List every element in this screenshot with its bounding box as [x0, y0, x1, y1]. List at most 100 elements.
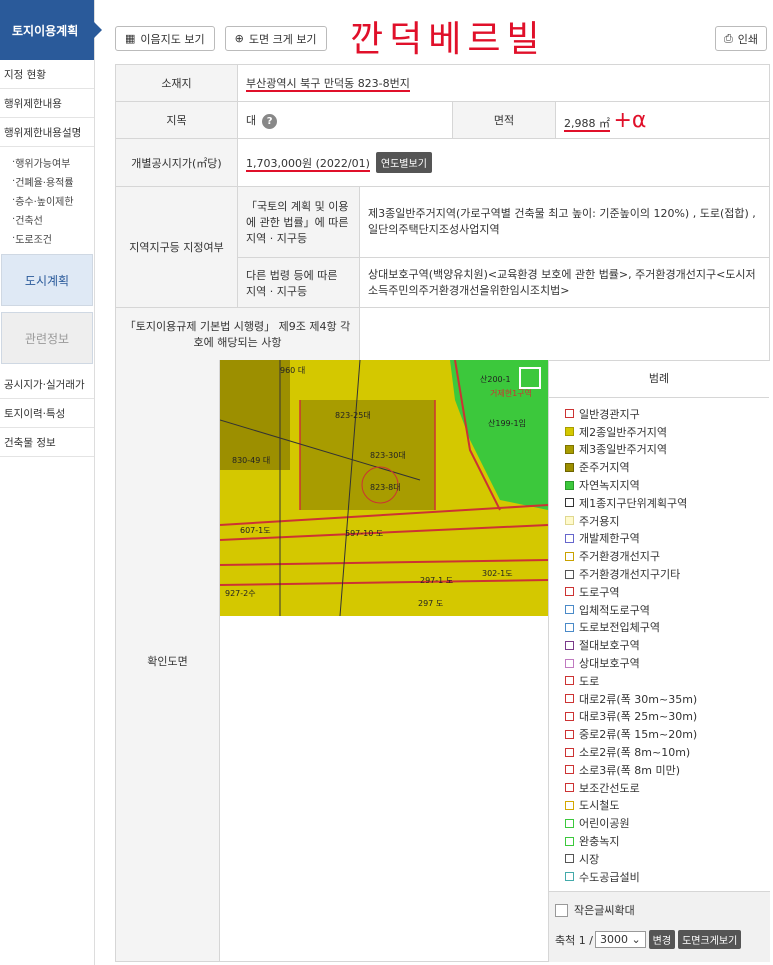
legend-swatch	[565, 854, 574, 864]
confirm-map-label: 확인도면	[115, 360, 220, 962]
sidebar-item-label: 건축물 정보	[4, 436, 56, 449]
map-zoom-button[interactable]: 도면크게보기	[678, 930, 742, 949]
sidebar-sub-coverage[interactable]: · 건폐율·용적률	[0, 172, 94, 191]
sidebar-item-restriction[interactable]: 행위제한내용	[0, 89, 94, 118]
sidebar: 토지이용계획 지정 현황 행위제한내용 행위제한내용설명 · 행위가능여부 · …	[0, 0, 102, 965]
rule-value	[358, 307, 771, 361]
legend-label: 도로구역	[579, 585, 620, 599]
legend-title: 범례	[549, 360, 769, 398]
sidebar-item-price[interactable]: 공시지가·실거래가	[0, 370, 94, 399]
confirm-map-text: 확인도면	[147, 654, 188, 668]
legend-item: 준주거지역	[565, 458, 769, 476]
sidebar-box-urban-plan[interactable]: 도시계획	[1, 254, 93, 306]
scale-change-button[interactable]: 변경	[648, 930, 676, 949]
map-label: 830-49 대	[232, 456, 271, 465]
legend-swatch	[565, 694, 574, 704]
map-label: 산199-1임	[488, 419, 526, 428]
legend-label: 일반경관지구	[579, 407, 640, 421]
sidebar-item-status[interactable]: 지정 현황	[0, 60, 94, 89]
jimok-label: 지목	[115, 101, 238, 139]
legend-label: 개발제한구역	[579, 532, 640, 546]
year-view-button[interactable]: 연도별보기	[375, 152, 432, 173]
sidebar-sub-label: 도로조건	[15, 235, 52, 246]
sidebar-sub-allowed[interactable]: · 행위가능여부	[0, 153, 94, 172]
sidebar-box-related[interactable]: 관련정보	[1, 312, 93, 364]
sidebar-item-label: 공시지가·실거래가	[4, 378, 85, 391]
small-font-label: 작은글씨확대	[574, 904, 635, 917]
legend-item: 제2종일반주거지역	[565, 423, 769, 441]
legend-item: 도시철도	[565, 797, 769, 815]
legend-item: 도로	[565, 672, 769, 690]
legend-swatch	[565, 551, 574, 561]
sidebar-item-history[interactable]: 토지이력·특성	[0, 399, 94, 428]
legend-swatch	[565, 765, 574, 775]
legend-swatch	[565, 533, 574, 543]
map-label: 607-1도	[240, 526, 271, 535]
legend-swatch	[565, 800, 574, 810]
area-text: 2,988 ㎡	[564, 116, 610, 132]
handwritten-note: 깐덕베르빌	[350, 19, 546, 60]
map-blank-area	[220, 616, 548, 962]
sidebar-sub-height[interactable]: · 층수·높이제한	[0, 191, 94, 210]
zone1-label: 「국토의 계획 및 이용에 관한 법률」에 따른 지역 · 지구등	[237, 186, 360, 258]
handwritten-area-note: +α	[613, 107, 647, 133]
map-label: 297-1 도	[420, 576, 454, 585]
price-label: 개별공시지가(㎡당)	[115, 138, 238, 187]
legend-swatch	[565, 498, 574, 508]
map-view-label: 이음지도 보기	[140, 32, 205, 46]
scale-select[interactable]: 3000 ⌄	[594, 931, 646, 948]
legend-item: 완충녹지	[565, 832, 769, 850]
print-label: 인쇄	[737, 32, 758, 46]
map-label: 960 대	[280, 366, 306, 375]
legend-label: 준주거지역	[579, 461, 630, 475]
sidebar-item-restriction-desc[interactable]: 행위제한내용설명	[0, 118, 94, 147]
price-value: 1,703,000원 (2022/01) 연도별보기	[236, 138, 771, 187]
sidebar-sub-label: 행위가능여부	[15, 159, 71, 170]
zoom-map-button[interactable]: ⊕ 도면 크게 보기	[224, 26, 327, 51]
map-label: 823-25대	[335, 411, 371, 420]
legend-swatch	[565, 747, 574, 757]
small-font-checkbox[interactable]	[555, 903, 568, 917]
map-label: 297 도	[418, 599, 444, 608]
address-value: 부산광역시 북구 만덕동 823-8번지	[236, 64, 771, 102]
sidebar-item-label: 지정 현황	[4, 68, 46, 81]
legend-item: 시장	[565, 850, 769, 868]
legend-swatch	[565, 729, 574, 739]
legend-label: 제2종일반주거지역	[579, 425, 667, 439]
address-label: 소재지	[115, 64, 238, 102]
legend-swatch	[565, 818, 574, 828]
sidebar-item-building[interactable]: 건축물 정보	[0, 428, 94, 457]
legend-item: 일반경관지구	[565, 405, 769, 423]
sidebar-item-label: 토지이력·특성	[4, 407, 66, 420]
print-button[interactable]: ⎙ 인쇄	[714, 26, 767, 51]
sidebar-sub-buildline[interactable]: · 건축선	[0, 210, 94, 229]
legend-label: 시장	[579, 852, 600, 866]
map-label: 927-2수	[225, 589, 256, 598]
legend-label: 제1종지구단위계획구역	[579, 496, 688, 510]
sidebar-sub-road[interactable]: · 도로조건	[0, 229, 94, 248]
land-map[interactable]: 960 대 823-25대 823-30대 823-8대 830-49 대 59…	[220, 360, 548, 616]
legend-label: 소로2류(폭 8m~10m)	[579, 746, 691, 760]
sidebar-title[interactable]: 토지이용계획	[0, 0, 102, 60]
help-icon[interactable]: ?	[262, 113, 278, 129]
legend-item: 주거용지	[565, 512, 769, 530]
sidebar-sub-label: 층수·높이제한	[15, 197, 74, 208]
legend-panel: 범례 일반경관지구 제2종일반주거지역 제3종일반주거지역 준주거지역 자연녹지지역 제1…	[548, 360, 770, 962]
legend-item: 상대보호구역	[565, 654, 769, 672]
map-label: 302-1도	[482, 569, 513, 578]
map-view-button[interactable]: ▦ 이음지도 보기	[115, 26, 215, 51]
map-label: 597-10 도	[345, 529, 384, 538]
jimok-text: 대	[246, 113, 257, 127]
legend-controls: 작은글씨확대 축척 1 / 3000 ⌄ 변경 도면크게보기	[549, 891, 770, 962]
legend-label: 보조간선도로	[579, 781, 640, 795]
map-label: 산200-1	[480, 375, 511, 384]
sidebar-sub-label: 건폐율·용적률	[15, 178, 74, 189]
legend-swatch	[565, 480, 574, 490]
map-label: 거제현1구역	[490, 389, 532, 398]
legend-item: 개발제한구역	[565, 530, 769, 548]
legend-label: 주거용지	[579, 514, 620, 528]
legend-item: 대로3류(폭 25m~30m)	[565, 708, 769, 726]
map-label: 823-30대	[370, 451, 406, 460]
chevron-down-icon: ⌄	[631, 933, 641, 946]
legend-item: 제1종지구단위계획구역	[565, 494, 769, 512]
